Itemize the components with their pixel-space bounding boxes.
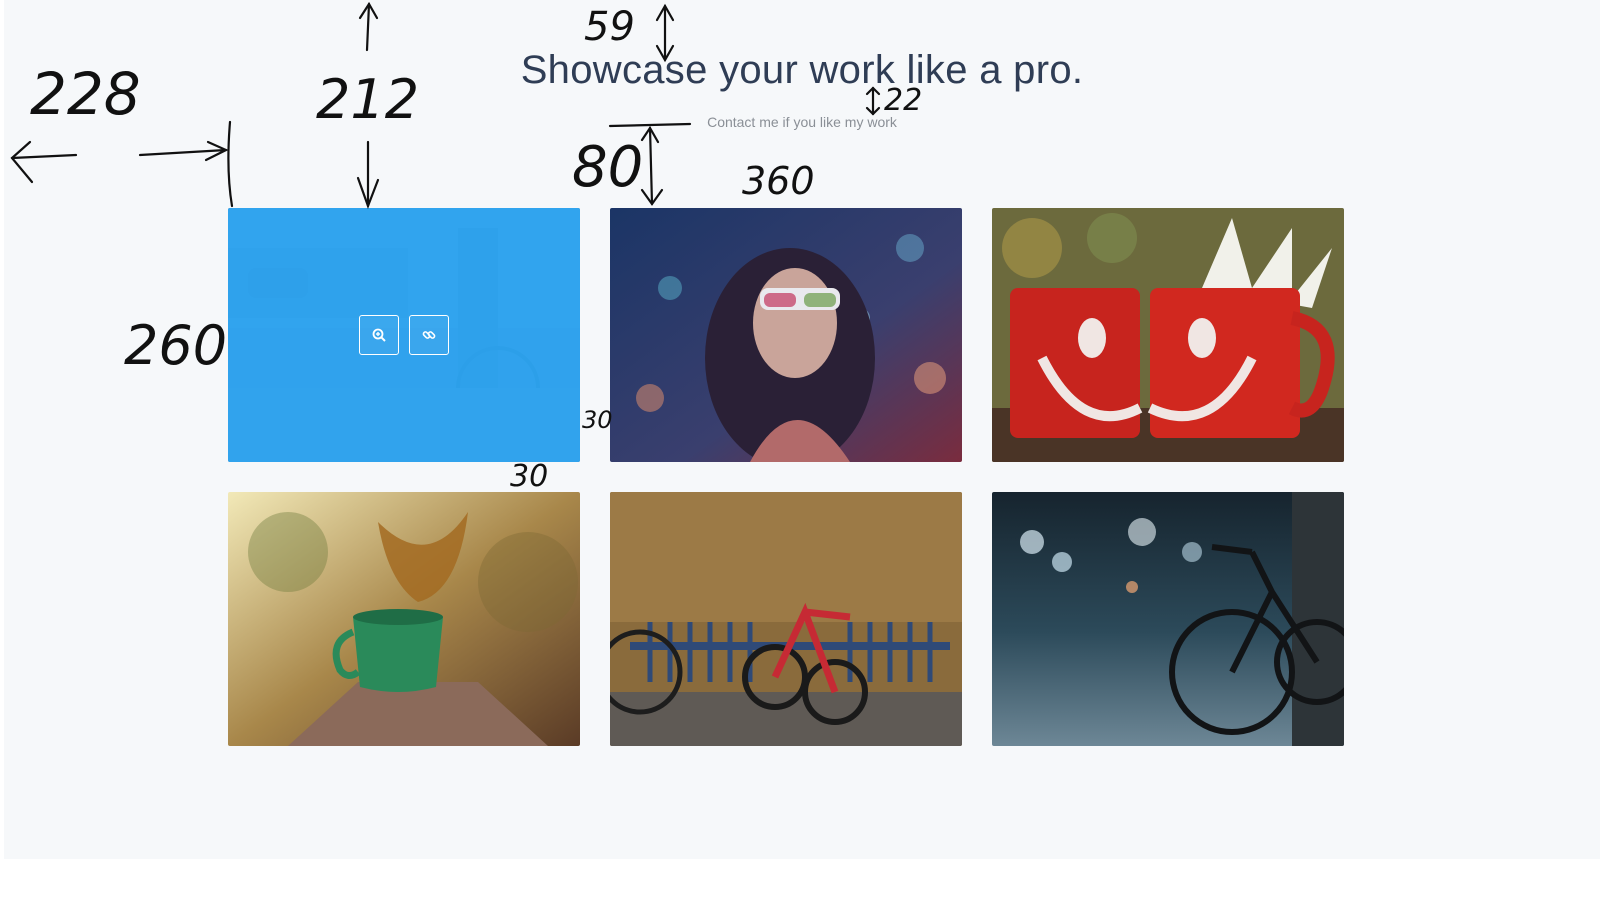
- portfolio-item-2[interactable]: [610, 208, 962, 462]
- link-button[interactable]: [409, 315, 449, 355]
- woman-sunglasses-image: [610, 208, 962, 462]
- portfolio-item-6[interactable]: [992, 492, 1344, 746]
- page-bottom-strip: [0, 859, 1600, 900]
- portfolio-item-4[interactable]: [228, 492, 580, 746]
- link-icon: [422, 331, 436, 339]
- hover-overlay: [228, 208, 580, 462]
- portfolio-item-5[interactable]: [610, 492, 962, 746]
- green-cup-image: [228, 492, 580, 746]
- page-title: Showcase your work like a pro.: [520, 48, 1084, 92]
- zoom-in-icon: [372, 328, 386, 342]
- portfolio-item-3[interactable]: [992, 208, 1344, 462]
- red-mugs-image: [992, 208, 1344, 462]
- red-bicycle-image: [610, 492, 962, 746]
- page-subtitle: Contact me if you like my work: [707, 114, 897, 130]
- page-canvas: Showcase your work like a pro. Contact m…: [4, 0, 1600, 859]
- street-bicycle-night-image: [992, 492, 1344, 746]
- zoom-button[interactable]: [359, 315, 399, 355]
- portfolio-item-1[interactable]: [228, 208, 580, 462]
